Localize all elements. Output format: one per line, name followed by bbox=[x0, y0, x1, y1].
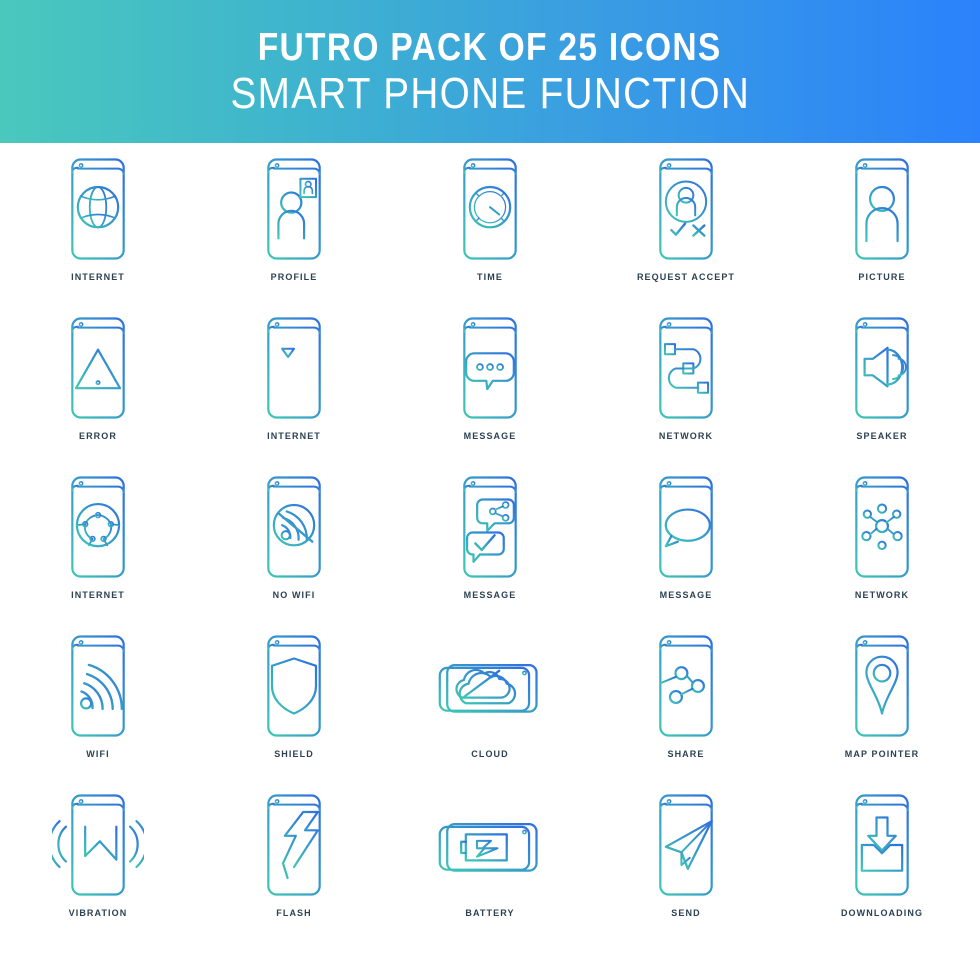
icon-label: MESSAGE bbox=[463, 590, 517, 600]
icon-label: PICTURE bbox=[858, 272, 906, 282]
icon-cell[interactable]: PICTURE bbox=[784, 153, 980, 312]
clock-icon[interactable] bbox=[431, 153, 549, 265]
icon-label: INTERNET bbox=[71, 590, 125, 600]
icon-cell[interactable]: BATTERY bbox=[392, 789, 588, 948]
icon-cell[interactable]: INTERNET bbox=[0, 153, 196, 312]
icon-label: REQUEST ACCEPT bbox=[636, 272, 736, 282]
speaker-waves-icon[interactable] bbox=[823, 312, 941, 424]
icon-label: MESSAGE bbox=[659, 590, 713, 600]
vibration-waves-icon[interactable] bbox=[39, 789, 157, 901]
icon-label: PROFILE bbox=[270, 272, 318, 282]
person-icon[interactable] bbox=[823, 153, 941, 265]
icon-cell[interactable]: MESSAGE bbox=[588, 471, 784, 630]
icon-cell[interactable]: NETWORK bbox=[588, 312, 784, 471]
header-banner: FUTRO PACK OF 25 ICONS SMART PHONE FUNCT… bbox=[0, 0, 980, 143]
icon-cell[interactable]: TIME bbox=[392, 153, 588, 312]
icon-label: SEND bbox=[671, 908, 701, 918]
icon-cell[interactable]: INTERNET bbox=[0, 471, 196, 630]
icon-cell[interactable]: FLASH bbox=[196, 789, 392, 948]
chat-bubble-dots-icon[interactable] bbox=[431, 312, 549, 424]
share-check-bubble-icon[interactable] bbox=[431, 471, 549, 583]
paper-plane-icon[interactable] bbox=[627, 789, 745, 901]
icon-label: SPEAKER bbox=[856, 431, 908, 441]
icon-cell[interactable]: SEND bbox=[588, 789, 784, 948]
icon-label: WIFI bbox=[86, 749, 110, 759]
person-check-cross-icon[interactable] bbox=[627, 153, 745, 265]
map-pin-icon[interactable] bbox=[823, 630, 941, 742]
download-tray-icon[interactable] bbox=[823, 789, 941, 901]
icon-label: SHARE bbox=[667, 749, 705, 759]
icon-label: MAP POINTER bbox=[844, 749, 920, 759]
icon-cell[interactable]: MESSAGE bbox=[392, 471, 588, 630]
icon-label: BATTERY bbox=[465, 908, 515, 918]
wifi-off-icon[interactable] bbox=[235, 471, 353, 583]
page-subtitle: SMART PHONE FUNCTION bbox=[230, 68, 750, 118]
icon-label: MESSAGE bbox=[463, 431, 517, 441]
icon-cell[interactable]: SPEAKER bbox=[784, 312, 980, 471]
globe-nodes-icon[interactable] bbox=[39, 471, 157, 583]
icon-label: NETWORK bbox=[658, 431, 714, 441]
icon-cell[interactable]: PROFILE bbox=[196, 153, 392, 312]
cloud-icon[interactable] bbox=[431, 630, 549, 742]
icon-cell[interactable]: REQUEST ACCEPT bbox=[588, 153, 784, 312]
icon-cell[interactable]: SHARE bbox=[588, 630, 784, 789]
shield-icon[interactable] bbox=[235, 630, 353, 742]
icon-label: INTERNET bbox=[71, 272, 125, 282]
icon-cell[interactable]: NO WIFI bbox=[196, 471, 392, 630]
page-title: FUTRO PACK OF 25 ICONS bbox=[258, 25, 722, 69]
icon-cell[interactable]: VIBRATION bbox=[0, 789, 196, 948]
icon-label: VIBRATION bbox=[68, 908, 128, 918]
icon-cell[interactable]: ERROR bbox=[0, 312, 196, 471]
icon-label: CLOUD bbox=[471, 749, 509, 759]
icon-label: SHIELD bbox=[274, 749, 314, 759]
icon-cell[interactable]: WIFI bbox=[0, 630, 196, 789]
battery-bolt-icon[interactable] bbox=[431, 789, 549, 901]
icon-label: FLASH bbox=[276, 908, 312, 918]
icon-label: NO WIFI bbox=[272, 590, 316, 600]
node-wires-icon[interactable] bbox=[627, 312, 745, 424]
hub-spokes-icon[interactable] bbox=[823, 471, 941, 583]
wifi-icon[interactable] bbox=[39, 630, 157, 742]
icon-label: NETWORK bbox=[854, 590, 910, 600]
icon-grid: INTERNET PROFILE TIME REQUEST ACCEPT PIC… bbox=[0, 143, 980, 980]
icon-cell[interactable]: MESSAGE bbox=[392, 312, 588, 471]
icon-label: ERROR bbox=[78, 431, 117, 441]
icon-cell[interactable]: NETWORK bbox=[784, 471, 980, 630]
icon-label: TIME bbox=[477, 272, 503, 282]
lightning-crack-icon[interactable] bbox=[235, 789, 353, 901]
icon-cell[interactable]: INTERNET bbox=[196, 312, 392, 471]
chat-bubble-lines-icon[interactable] bbox=[627, 471, 745, 583]
signal-bars-icon[interactable] bbox=[235, 312, 353, 424]
person-id-badge-icon[interactable] bbox=[235, 153, 353, 265]
share-nodes-icon[interactable] bbox=[627, 630, 745, 742]
icon-pack-page: FUTRO PACK OF 25 ICONS SMART PHONE FUNCT… bbox=[0, 0, 980, 980]
warning-triangle-icon[interactable] bbox=[39, 312, 157, 424]
icon-cell[interactable]: SHIELD bbox=[196, 630, 392, 789]
icon-cell[interactable]: CLOUD bbox=[392, 630, 588, 789]
icon-label: DOWNLOADING bbox=[840, 908, 924, 918]
icon-label: INTERNET bbox=[267, 431, 321, 441]
globe-grid-icon[interactable] bbox=[39, 153, 157, 265]
icon-cell[interactable]: DOWNLOADING bbox=[784, 789, 980, 948]
icon-cell[interactable]: MAP POINTER bbox=[784, 630, 980, 789]
